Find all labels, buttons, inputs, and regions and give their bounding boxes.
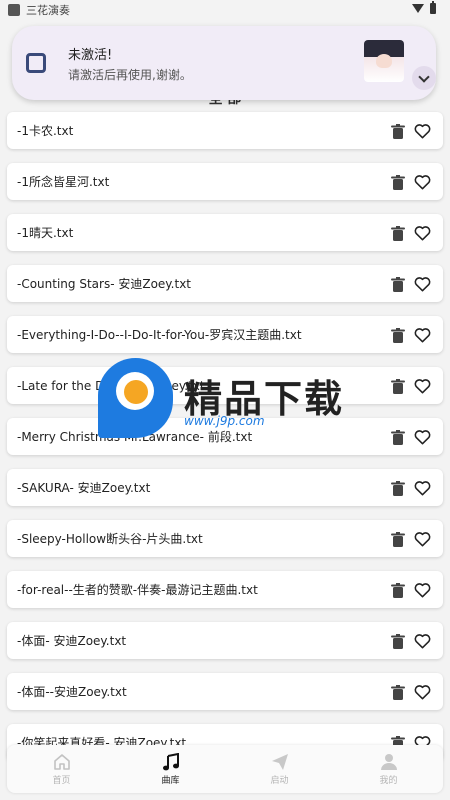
trash-icon[interactable] <box>391 379 405 394</box>
file-name: -1卡农.txt <box>17 124 74 138</box>
file-name: -Sleepy-Hollow断头谷-片头曲.txt <box>17 532 203 546</box>
trash-icon[interactable] <box>391 277 405 292</box>
status-bar: 三花演奏 <box>0 0 450 20</box>
trash-icon[interactable] <box>391 328 405 343</box>
list-item[interactable]: -SAKURA- 安迪Zoey.txt <box>7 469 443 506</box>
tab-library[interactable]: 曲库 <box>116 745 225 793</box>
heart-icon[interactable] <box>414 276 431 292</box>
tab-home[interactable]: 首页 <box>7 745 116 793</box>
heart-icon[interactable] <box>414 327 431 343</box>
file-name: -Everything-I-Do--I-Do-It-for-You-罗宾汉主题曲… <box>17 328 302 342</box>
list-item[interactable]: -1卡农.txt <box>7 112 443 149</box>
heart-icon[interactable] <box>414 429 431 445</box>
app-notification-icon <box>26 53 46 73</box>
send-icon <box>271 753 288 770</box>
status-app-name: 三花演奏 <box>26 4 70 17</box>
heart-icon[interactable] <box>414 633 431 649</box>
tab-launch[interactable]: 启动 <box>225 745 334 793</box>
file-name: -1所念皆星河.txt <box>17 175 110 189</box>
chevron-down-icon[interactable] <box>412 66 436 90</box>
heart-icon[interactable] <box>414 174 431 190</box>
tab-label: 启动 <box>270 775 289 786</box>
file-name: -for-real--生者的赞歌-伴奏-最游记主题曲.txt <box>17 583 258 597</box>
list-item[interactable]: -体面--安迪Zoey.txt <box>7 673 443 710</box>
watermark-url: www.j9p.com <box>184 414 265 428</box>
trash-icon[interactable] <box>391 685 405 700</box>
watermark-logo <box>98 358 173 438</box>
trash-icon[interactable] <box>391 175 405 190</box>
music-note-icon <box>162 752 179 770</box>
trash-icon[interactable] <box>391 634 405 649</box>
tab-label: 我的 <box>379 775 398 786</box>
notification-title: 未激活! <box>68 48 113 63</box>
tab-label: 首页 <box>52 775 71 786</box>
notification-body: 请激活后再使用,谢谢。 <box>68 68 192 82</box>
list-item[interactable]: -Counting Stars- 安迪Zoey.txt <box>7 265 443 302</box>
tab-profile[interactable]: 我的 <box>334 745 443 793</box>
bottom-tab-bar: 首页 曲库 启动 我的 <box>7 745 443 793</box>
heart-icon[interactable] <box>414 378 431 394</box>
wifi-icon <box>412 4 424 13</box>
trash-icon[interactable] <box>391 532 405 547</box>
heart-icon[interactable] <box>414 684 431 700</box>
list-item[interactable]: -Everything-I-Do--I-Do-It-for-You-罗宾汉主题曲… <box>7 316 443 353</box>
battery-icon <box>430 1 436 14</box>
user-icon <box>380 753 397 770</box>
trash-icon[interactable] <box>391 583 405 598</box>
file-name: -体面--安迪Zoey.txt <box>17 685 127 699</box>
tab-label: 曲库 <box>161 775 180 786</box>
avatar <box>364 40 404 82</box>
heart-icon[interactable] <box>414 480 431 496</box>
file-name: -SAKURA- 安迪Zoey.txt <box>17 481 151 495</box>
heart-icon[interactable] <box>414 531 431 547</box>
heart-icon[interactable] <box>414 225 431 241</box>
file-name: -体面- 安迪Zoey.txt <box>17 634 127 648</box>
home-icon <box>53 753 70 770</box>
file-name: -Counting Stars- 安迪Zoey.txt <box>17 277 192 291</box>
app-status-icon <box>8 4 20 16</box>
list-item[interactable]: -1晴天.txt <box>7 214 443 251</box>
heart-icon[interactable] <box>414 123 431 139</box>
activation-notification[interactable]: 未激活! 请激活后再使用,谢谢。 <box>12 26 436 100</box>
list-item[interactable]: -Sleepy-Hollow断头谷-片头曲.txt <box>7 520 443 557</box>
list-item[interactable]: -for-real--生者的赞歌-伴奏-最游记主题曲.txt <box>7 571 443 608</box>
trash-icon[interactable] <box>391 430 405 445</box>
watermark: 精品下载 www.j9p.com <box>98 358 358 448</box>
heart-icon[interactable] <box>414 582 431 598</box>
trash-icon[interactable] <box>391 124 405 139</box>
trash-icon[interactable] <box>391 481 405 496</box>
file-name: -1晴天.txt <box>17 226 74 240</box>
list-item[interactable]: -体面- 安迪Zoey.txt <box>7 622 443 659</box>
list-item[interactable]: -1所念皆星河.txt <box>7 163 443 200</box>
trash-icon[interactable] <box>391 226 405 241</box>
